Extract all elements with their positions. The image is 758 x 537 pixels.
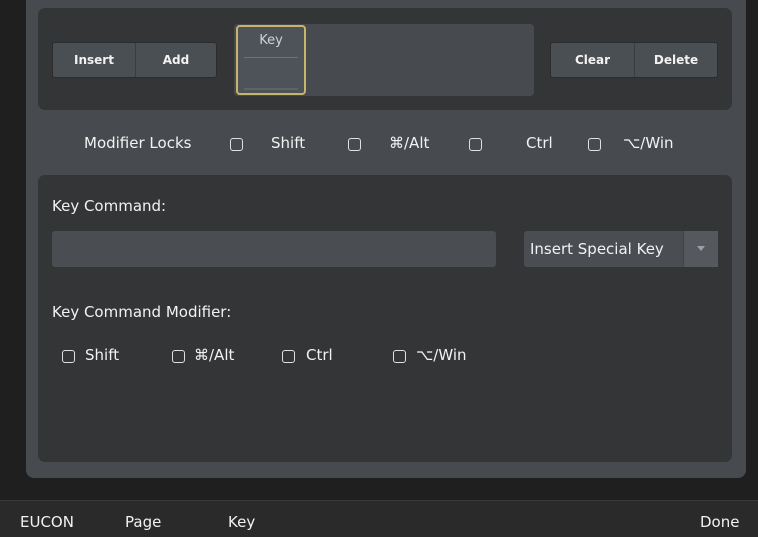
add-button[interactable]: Add [135,43,216,77]
lock-ctrl-checkbox[interactable] [469,138,482,151]
mod-shift-checkbox[interactable] [62,350,75,363]
modifier-locks-row: Modifier Locks Shift ⌘/Alt Ctrl ⌥/Win [26,128,746,158]
key-editor-panel: Insert Add Key Clear Delete Modifier Loc… [26,0,746,478]
mod-cmd-alt-label: ⌘/Alt [194,346,235,364]
lock-shift-label: Shift [271,134,306,152]
mod-opt-win-label: ⌥/Win [416,346,467,364]
special-key-select-value: Insert Special Key [530,240,664,258]
lock-shift-checkbox[interactable] [230,138,243,151]
nav-page[interactable]: Page [125,513,161,531]
done-button[interactable]: Done [700,513,739,531]
clear-button[interactable]: Clear [551,43,634,77]
lock-opt-win-checkbox[interactable] [588,138,601,151]
key-slot-label: Key [259,33,283,48]
key-toolbar-box: Insert Add Key Clear Delete [38,8,732,110]
key-command-modifier-label: Key Command Modifier: [52,303,232,321]
nav-key[interactable]: Key [228,513,255,531]
mod-cmd-alt-checkbox[interactable] [172,350,185,363]
delete-button[interactable]: Delete [634,43,717,77]
app-window: Insert Add Key Clear Delete Modifier Loc… [0,0,758,537]
mod-ctrl-label: Ctrl [306,346,333,364]
nav-eucon[interactable]: EUCON [20,513,74,531]
chevron-down-icon [697,246,705,251]
modifier-locks-label: Modifier Locks [84,134,192,152]
insert-add-group: Insert Add [52,42,217,78]
key-sequence-area[interactable]: Key [234,24,534,96]
lock-cmd-alt-label: ⌘/Alt [389,134,430,152]
dropdown-arrow[interactable] [683,231,718,267]
lock-ctrl-label: Ctrl [526,134,553,152]
bottom-nav-bar: EUCON Page Key Done [0,500,758,537]
lock-cmd-alt-checkbox[interactable] [348,138,361,151]
insert-button[interactable]: Insert [53,43,135,77]
mod-shift-label: Shift [85,346,120,364]
key-slot-selected[interactable]: Key [236,25,306,95]
key-command-input[interactable] [52,231,496,267]
insert-special-key-select[interactable]: Insert Special Key [524,231,718,267]
mod-ctrl-checkbox[interactable] [282,350,295,363]
lock-opt-win-label: ⌥/Win [623,134,674,152]
key-command-box: Key Command: Insert Special Key Key Comm… [38,175,732,462]
clear-delete-group: Clear Delete [550,42,718,78]
key-command-label: Key Command: [52,197,167,215]
mod-opt-win-checkbox[interactable] [393,350,406,363]
key-slot-divider [244,57,298,58]
key-slot-underline [244,88,298,90]
